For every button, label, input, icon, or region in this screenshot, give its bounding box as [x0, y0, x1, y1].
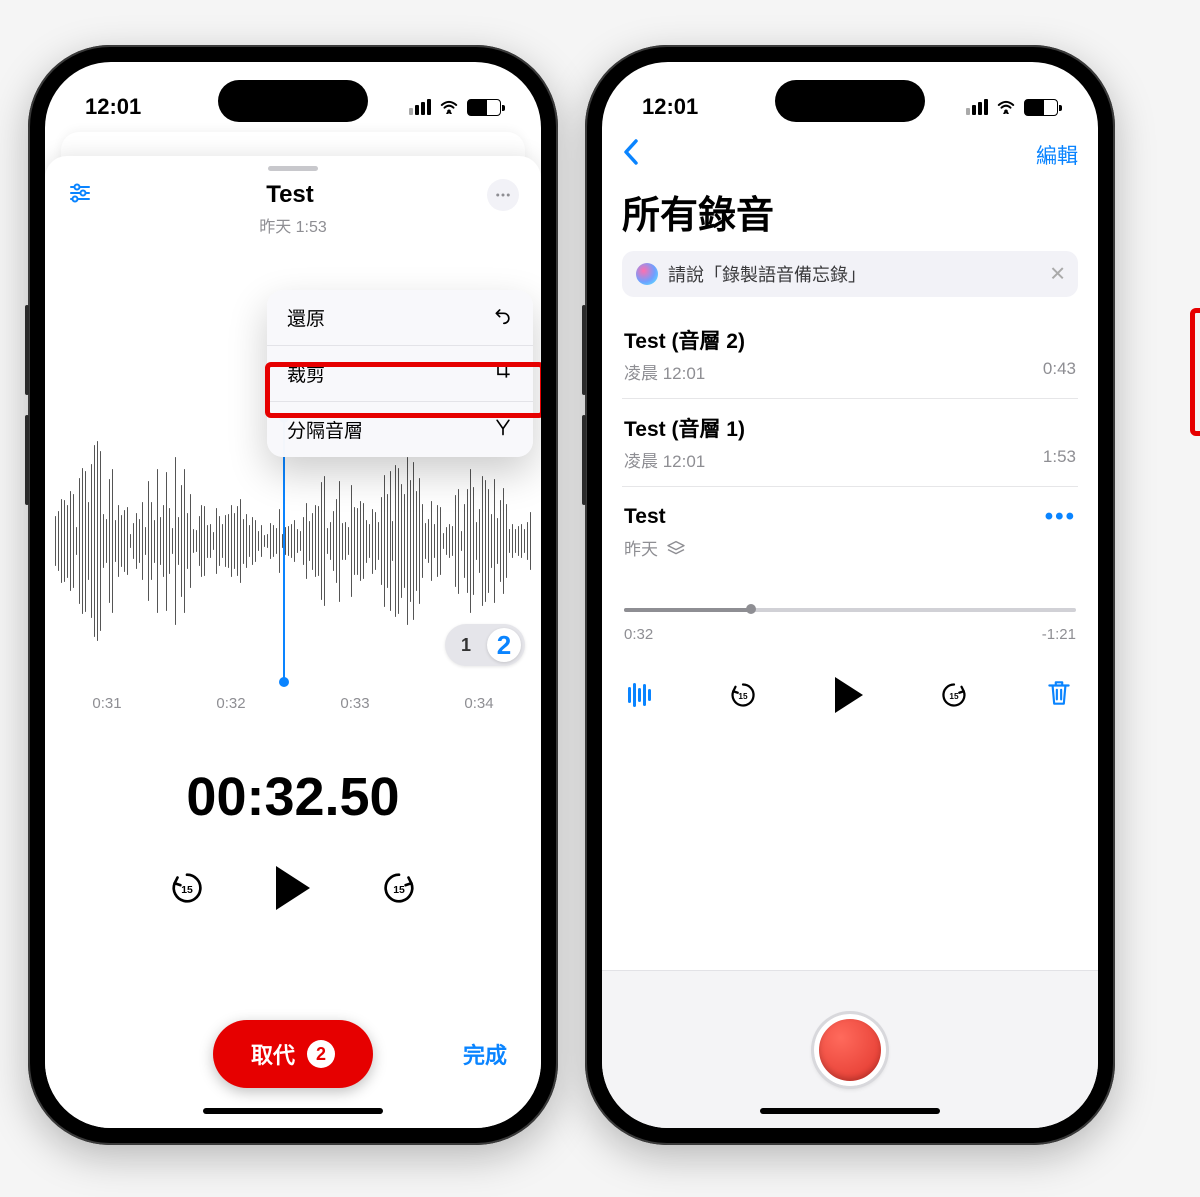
trash-button[interactable]: [1046, 678, 1072, 713]
current-time: 00:32.50: [45, 766, 541, 828]
elapsed-time: 0:32: [624, 626, 653, 643]
siri-tip-text: 請說「錄製語音備忘錄」: [668, 261, 866, 287]
cellular-icon: [966, 99, 988, 115]
status-time: 12:01: [642, 94, 698, 120]
transport-controls: 15 15: [45, 866, 541, 910]
recording-row-time: 昨天: [624, 535, 658, 560]
battery-icon: [1024, 99, 1058, 116]
recording-row-title: Test (音層 1): [624, 413, 1076, 443]
playhead[interactable]: [283, 418, 285, 682]
recording-subtitle: 昨天 1:53: [45, 213, 541, 237]
page-title: 所有錄音: [622, 184, 1078, 239]
replace-button[interactable]: 取代 2: [213, 1020, 373, 1088]
skip-back-15-button[interactable]: 15: [728, 680, 758, 710]
menu-undo-label: 還原: [287, 304, 325, 331]
play-button[interactable]: [835, 677, 863, 713]
skip-forward-15-button[interactable]: 15: [380, 869, 418, 907]
editor-sheet: Test 昨天 1:53 還原 裁剪: [45, 156, 541, 1128]
layer-2-button[interactable]: 2: [487, 628, 521, 662]
status-indicators: [966, 94, 1058, 120]
svg-text:15: 15: [738, 692, 748, 701]
recording-row-duration: 0:43: [1043, 359, 1076, 384]
nav-bar: 編輯: [622, 132, 1078, 178]
skip-back-15-button[interactable]: 15: [168, 869, 206, 907]
home-indicator[interactable]: [203, 1108, 383, 1114]
recording-row-title: Test: [624, 505, 666, 529]
cellular-icon: [409, 99, 431, 115]
menu-split-layers[interactable]: 分隔音層: [267, 402, 533, 457]
recording-row-time: 凌晨 12:01: [624, 359, 705, 384]
close-icon[interactable]: ✕: [1049, 262, 1066, 287]
split-icon: [493, 417, 513, 443]
undo-icon: [493, 305, 513, 331]
recording-row[interactable]: Test (音層 2) 凌晨 12:01 0:43: [622, 311, 1078, 399]
menu-trim[interactable]: 裁剪: [267, 346, 533, 402]
done-button[interactable]: 完成: [463, 1038, 507, 1070]
waveform-area[interactable]: 1 2 0:31 0:32 0:33 0:34: [45, 412, 541, 742]
recording-row-expanded[interactable]: Test ••• 昨天 0:32: [622, 487, 1078, 721]
more-button[interactable]: [487, 179, 519, 211]
svg-text:15: 15: [950, 692, 960, 701]
skip-forward-15-button[interactable]: 15: [939, 680, 969, 710]
wifi-icon: [438, 94, 460, 120]
phone-frame-right: 12:01 編輯 所有錄音 請說「錄製語音備忘錄」 ✕: [585, 45, 1115, 1145]
more-button[interactable]: •••: [1045, 503, 1076, 531]
recording-row-duration: 1:53: [1043, 447, 1076, 472]
sheet-grabber[interactable]: [268, 166, 318, 171]
tick-label: 0:34: [464, 695, 493, 712]
menu-trim-label: 裁剪: [287, 360, 325, 387]
tick-label: 0:31: [92, 695, 121, 712]
layer-switch[interactable]: 1 2: [445, 624, 525, 666]
notch: [218, 80, 368, 122]
siri-icon: [636, 263, 658, 285]
play-button[interactable]: [276, 866, 310, 910]
tick-label: 0:33: [340, 695, 369, 712]
screen-right: 12:01 編輯 所有錄音 請說「錄製語音備忘錄」 ✕: [602, 62, 1098, 1128]
scrubber[interactable]: [624, 598, 1076, 622]
replace-label: 取代: [251, 1038, 295, 1070]
scrubber-knob[interactable]: [746, 604, 756, 614]
options-icon[interactable]: [67, 181, 93, 210]
siri-suggestion[interactable]: 請說「錄製語音備忘錄」 ✕: [622, 251, 1078, 297]
status-time: 12:01: [85, 94, 141, 120]
wifi-icon: [995, 94, 1017, 120]
svg-text:15: 15: [393, 885, 405, 896]
edit-button[interactable]: 編輯: [1036, 140, 1078, 170]
svg-text:15: 15: [181, 885, 193, 896]
recordings-list: Test (音層 2) 凌晨 12:01 0:43 Test (音層 1) 凌晨…: [622, 311, 1078, 721]
recording-row-title: Test (音層 2): [624, 325, 1076, 355]
screen-left: 12:01 Tes: [45, 62, 541, 1128]
layer-1-button[interactable]: 1: [449, 628, 483, 662]
menu-split-label: 分隔音層: [287, 416, 363, 443]
menu-undo[interactable]: 還原: [267, 290, 533, 346]
status-indicators: [409, 94, 501, 120]
battery-icon: [467, 99, 501, 116]
recording-row[interactable]: Test (音層 1) 凌晨 12:01 1:53: [622, 399, 1078, 487]
back-button[interactable]: [622, 136, 640, 175]
replace-badge: 2: [307, 1040, 335, 1068]
recording-title: Test: [266, 181, 314, 209]
recording-row-time: 凌晨 12:01: [624, 447, 705, 472]
context-menu: 還原 裁剪 分隔音層: [267, 290, 533, 457]
tick-label: 0:32: [216, 695, 245, 712]
playback-controls: 15 15: [624, 677, 1076, 713]
crop-icon: [493, 361, 513, 387]
layers-icon: [666, 538, 686, 558]
notch: [775, 80, 925, 122]
waveform-icon[interactable]: [628, 683, 651, 707]
record-footer: [602, 970, 1098, 1128]
annotation-highlight: [1190, 308, 1200, 436]
scrubber-progress: [624, 608, 751, 612]
time-ticks: 0:31 0:32 0:33 0:34: [45, 695, 541, 712]
phone-frame-left: 12:01 Tes: [28, 45, 558, 1145]
home-indicator[interactable]: [760, 1108, 940, 1114]
record-button[interactable]: [814, 1014, 886, 1086]
remaining-time: -1:21: [1042, 626, 1076, 643]
